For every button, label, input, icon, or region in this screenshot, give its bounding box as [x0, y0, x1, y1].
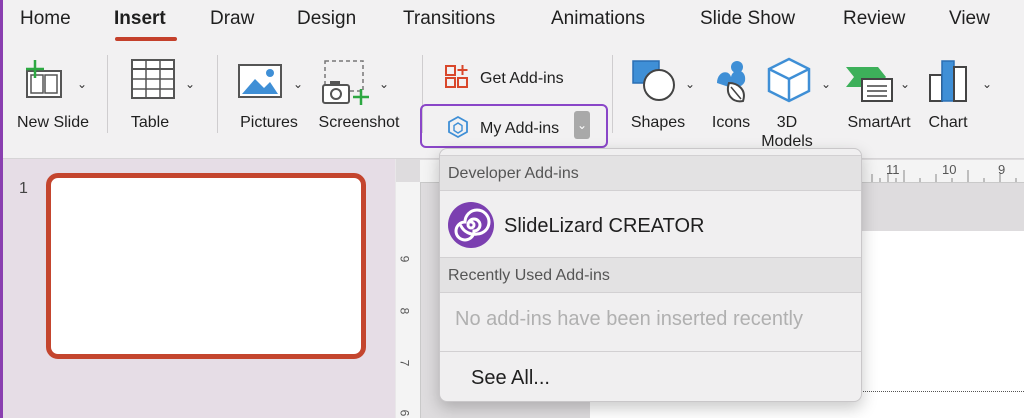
chevron-down-icon[interactable]: ⌄ [574, 111, 590, 139]
slidelizard-creator-item[interactable]: SlideLizard CREATOR [440, 195, 861, 255]
get-addins-label: Get Add-ins [480, 70, 564, 87]
my-addins-label: My Add-ins [480, 120, 560, 137]
3d-models-button[interactable]: ⌄ 3D Models [761, 57, 835, 153]
screenshot-icon [322, 60, 369, 105]
chevron-down-icon[interactable]: ⌄ [185, 75, 195, 94]
tab-insert[interactable]: Insert [114, 8, 166, 30]
icons-label: Icons [711, 114, 751, 131]
chevron-down-icon[interactable]: ⌄ [821, 75, 831, 94]
new-slide-icon [26, 60, 62, 98]
shapes-button[interactable]: ⌄ Shapes [627, 57, 697, 137]
table-label: Table [130, 114, 170, 131]
new-slide-button[interactable]: ⌄ New Slide [15, 57, 95, 153]
tab-animations[interactable]: Animations [551, 8, 645, 30]
chevron-down-icon[interactable]: ⌄ [379, 75, 389, 94]
chevron-down-icon[interactable]: ⌄ [982, 75, 992, 94]
picture-icon [238, 64, 282, 98]
get-addins-icon [445, 65, 468, 88]
slide-thumbnail[interactable] [46, 173, 366, 359]
slide-number: 1 [19, 180, 28, 197]
recently-used-header: Recently Used Add-ins [440, 257, 861, 293]
icons-icon [717, 61, 746, 103]
tab-home[interactable]: Home [20, 8, 71, 30]
3d-models-label: 3D Models [761, 114, 813, 150]
smartart-button[interactable]: ⌄ SmartArt [842, 57, 918, 137]
tab-transitions[interactable]: Transitions [403, 8, 495, 30]
chart-icon [929, 60, 967, 102]
developer-addins-header: Developer Add-ins [440, 155, 861, 191]
menu-divider [440, 351, 861, 352]
my-addins-icon [448, 115, 468, 139]
chevron-down-icon[interactable]: ⌄ [900, 75, 910, 94]
new-slide-label: New Slide [16, 114, 90, 131]
3d-cube-icon [767, 57, 811, 103]
ribbon-divider [107, 55, 108, 133]
tab-review[interactable]: Review [843, 8, 905, 30]
chart-label: Chart [928, 114, 968, 131]
my-addins-dropdown: Developer Add-ins SlideLizard CREATOR Re… [439, 148, 862, 402]
table-button[interactable]: ⌄ Table [127, 57, 207, 137]
screenshot-label: Screenshot [318, 114, 400, 131]
vertical-ruler: 9 8 7 6 [396, 182, 421, 418]
see-all-menu-item[interactable]: See All... [471, 367, 550, 390]
shapes-icon [632, 60, 675, 101]
ribbon-tab-bar: Home Insert Draw Design Transitions Anim… [3, 0, 1024, 44]
screenshot-button[interactable]: ⌄ Screenshot [313, 57, 405, 137]
ruler-number: 9 [998, 162, 1006, 177]
active-tab-indicator [115, 37, 177, 41]
chevron-down-icon[interactable]: ⌄ [293, 75, 303, 94]
tab-slide-show[interactable]: Slide Show [700, 8, 795, 30]
my-addins-button[interactable]: My Add-ins [442, 113, 572, 141]
pictures-button[interactable]: ⌄ Pictures [235, 57, 311, 137]
icons-button[interactable]: Icons [703, 57, 759, 137]
shapes-label: Shapes [630, 114, 686, 131]
smartart-icon [846, 67, 893, 102]
chevron-down-icon[interactable]: ⌄ [77, 75, 87, 94]
no-recent-addins-message: No add-ins have been inserted recently [455, 308, 803, 330]
get-addins-button[interactable]: Get Add-ins [442, 64, 582, 92]
chart-button[interactable]: ⌄ Chart [926, 57, 994, 137]
ruler-number: 10 [942, 162, 957, 177]
slidelizard-logo-icon [448, 202, 494, 248]
tab-design[interactable]: Design [297, 8, 356, 30]
ruler-number: 7 [397, 359, 412, 367]
pictures-label: Pictures [240, 114, 298, 131]
tab-view[interactable]: View [949, 8, 990, 30]
ruler-number: 9 [397, 255, 412, 263]
ribbon-divider [217, 55, 218, 133]
ruler-number: 6 [397, 409, 412, 417]
ribbon-divider [612, 55, 613, 133]
tab-draw[interactable]: Draw [210, 8, 254, 30]
table-icon [131, 59, 175, 99]
slidelizard-label: SlideLizard CREATOR [504, 215, 705, 237]
ruler-number: 8 [397, 307, 412, 315]
chevron-down-icon[interactable]: ⌄ [685, 75, 695, 94]
smartart-label: SmartArt [847, 114, 911, 131]
ruler-number: 11 [886, 162, 900, 177]
